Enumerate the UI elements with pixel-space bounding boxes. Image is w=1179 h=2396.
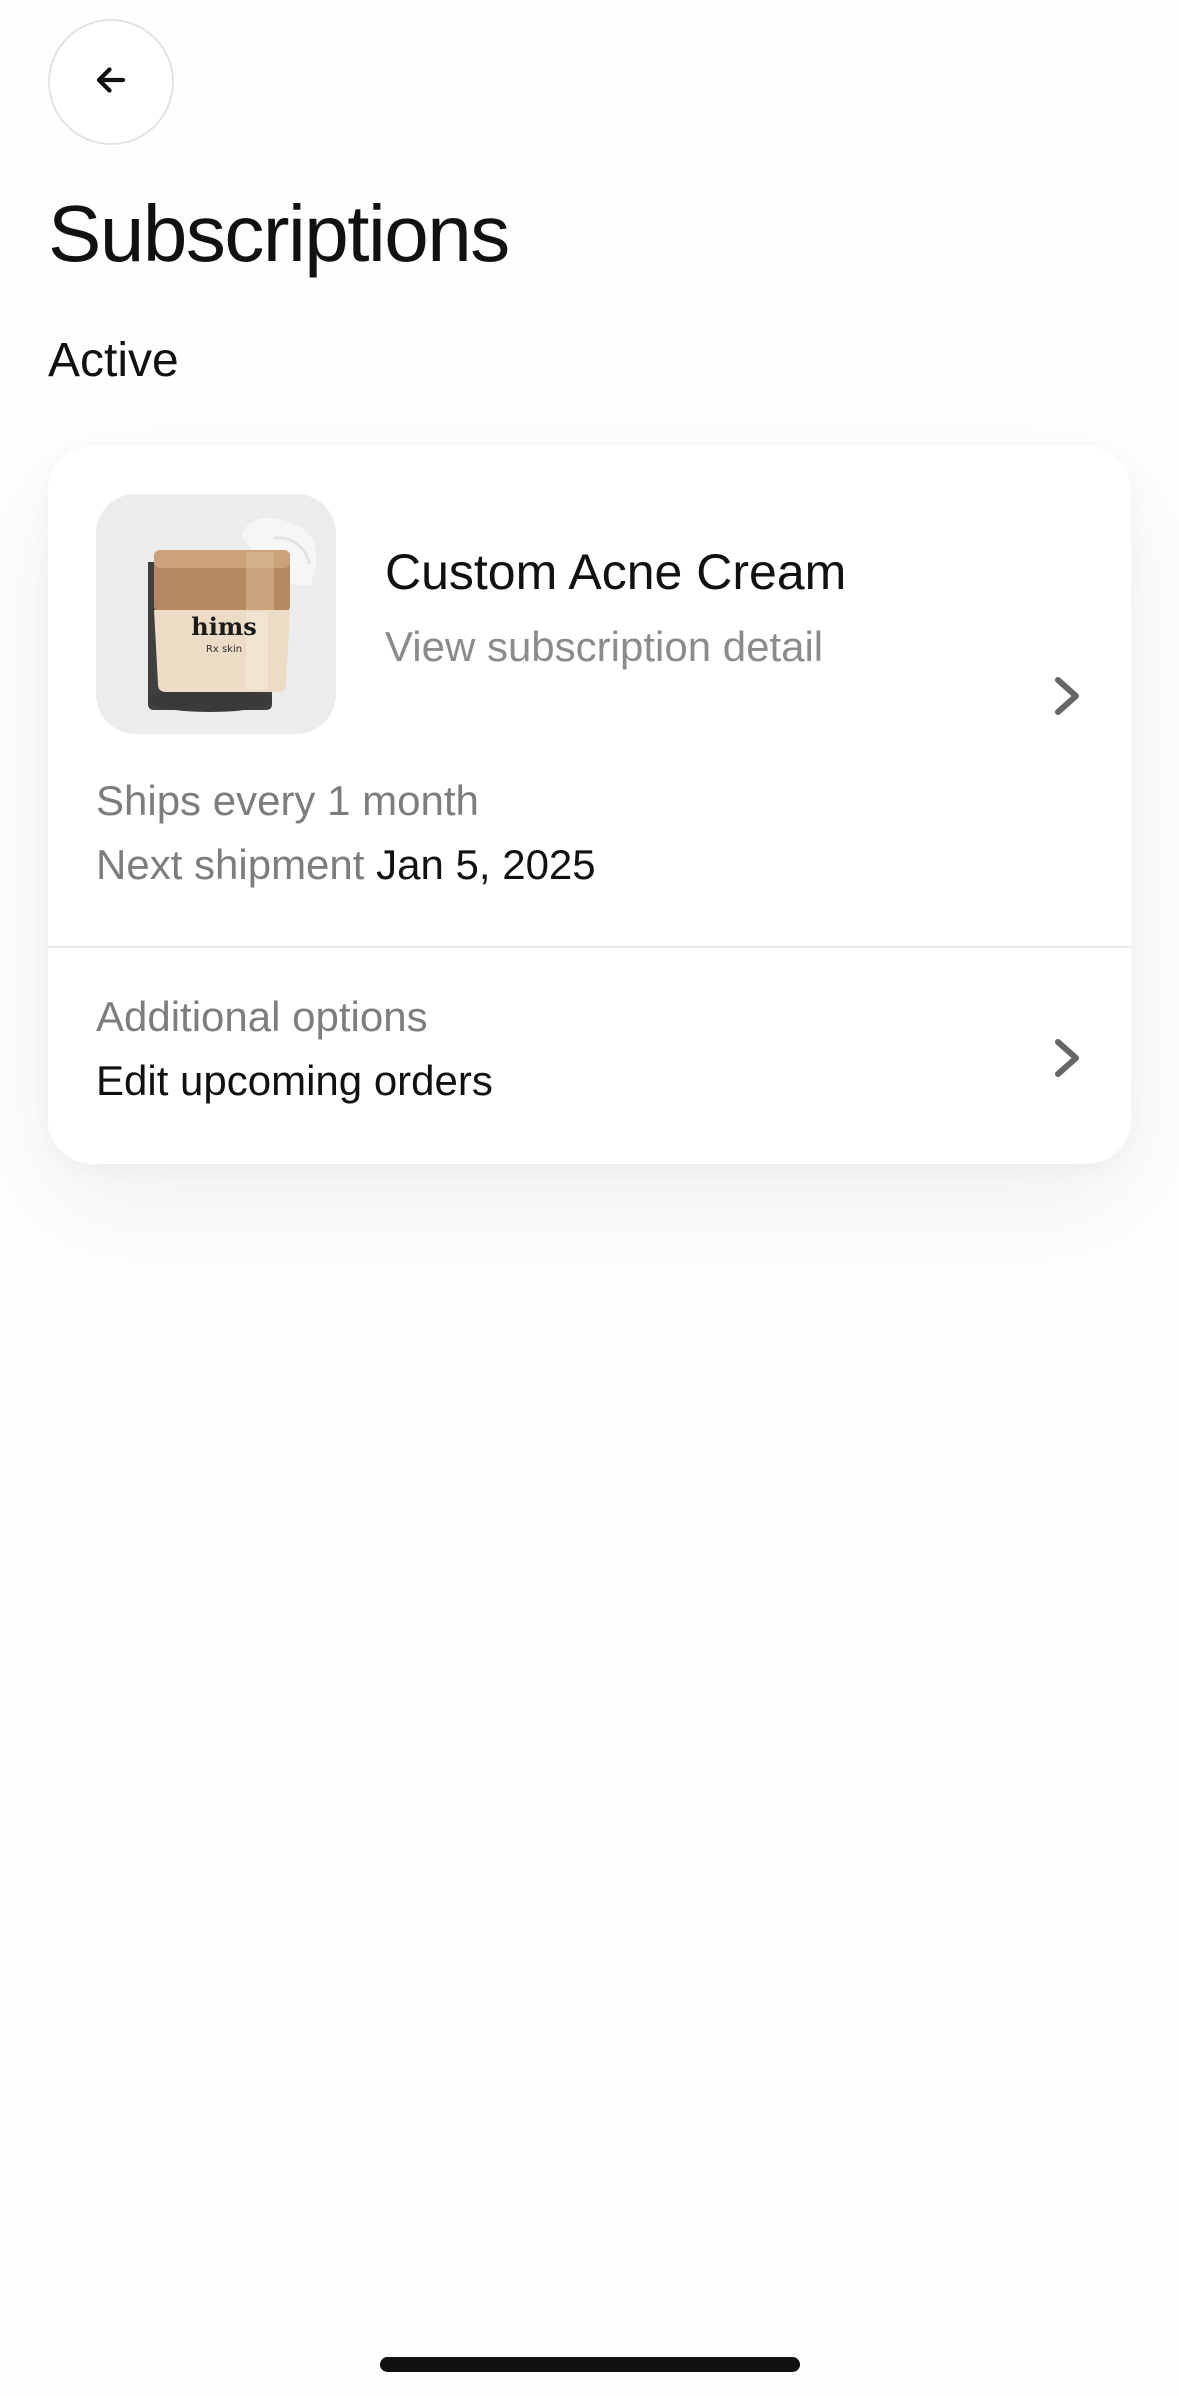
arrow-left-icon bbox=[93, 62, 129, 103]
chevron-right-icon bbox=[1050, 674, 1086, 718]
subscription-card: hims Rx skin Custom Acne Cream View subs… bbox=[48, 446, 1131, 1164]
product-name: Custom Acne Cream bbox=[385, 544, 847, 600]
section-label-active: Active bbox=[48, 334, 179, 387]
view-subscription-detail: View subscription detail bbox=[385, 623, 824, 670]
product-line-text: Rx skin bbox=[205, 644, 243, 655]
next-shipment-label: Next shipment bbox=[96, 841, 365, 888]
next-shipment: Next shipment Jan 5, 2025 bbox=[96, 840, 596, 890]
page-title: Subscriptions bbox=[48, 189, 510, 278]
edit-upcoming-orders-label: Edit upcoming orders bbox=[96, 1057, 493, 1104]
additional-options-label: Additional options bbox=[96, 993, 428, 1040]
shipping-frequency: Ships every 1 month bbox=[96, 777, 479, 824]
product-brand-text: hims bbox=[191, 612, 257, 641]
home-indicator bbox=[380, 2357, 800, 2372]
next-shipment-date: Jan 5, 2025 bbox=[376, 841, 596, 888]
back-button[interactable] bbox=[48, 19, 174, 145]
chevron-right-icon bbox=[1050, 1036, 1086, 1080]
product-image: hims Rx skin bbox=[96, 494, 336, 734]
